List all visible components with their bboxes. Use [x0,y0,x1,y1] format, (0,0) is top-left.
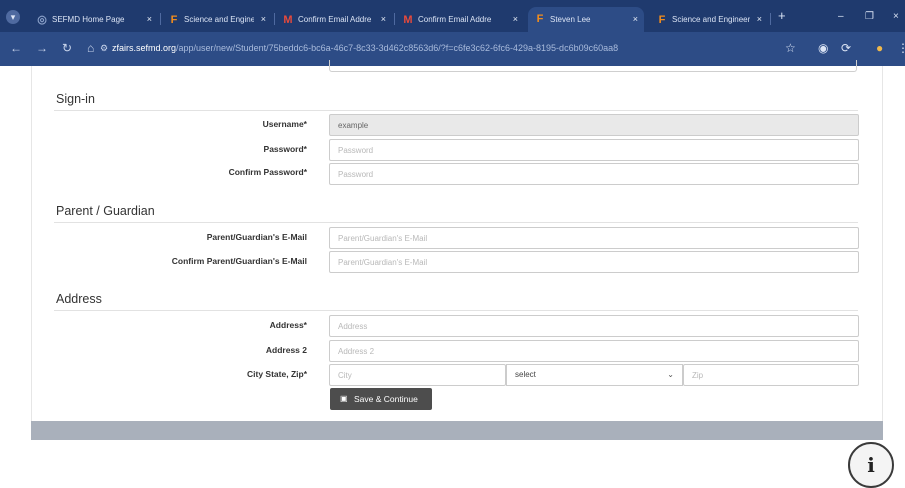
tab-close-icon[interactable]: × [261,14,266,24]
username-label: Username* [262,119,307,129]
tab-steven-lee[interactable]: F Steven Lee × [528,7,644,32]
zip-field[interactable] [683,364,859,386]
guardian-email-label: Parent/Guardian's E-Mail [206,232,307,242]
gmail-icon: M [283,14,293,26]
forward-icon[interactable]: → [36,41,48,55]
save-icon: ▣ [340,394,348,403]
state-select-value: select [515,370,536,379]
tab-close-icon[interactable]: × [381,14,386,24]
state-select[interactable]: select ⌄ [506,364,683,386]
confirm-guardian-email-field[interactable] [329,251,859,273]
password-field[interactable] [329,139,859,161]
tab-title: Steven Lee [550,15,591,24]
tab-science-engineering-1[interactable]: F Science and Engineer × [162,10,272,32]
back-icon[interactable]: ← [10,41,22,55]
tab-close-icon[interactable]: × [633,14,638,24]
home-icon[interactable]: ⌂ [87,41,94,55]
section-heading-signin: Sign-in [56,92,95,106]
tab-science-engineering-2[interactable]: F Science and Engineer × [650,10,768,32]
url-path: /app/user/new/Student/75beddc6-bc6a-46c7… [176,43,619,53]
page-content: Sign-in Username* Password* Confirm Pass… [0,60,905,488]
url-host: zfairs.sefmd.org [112,43,177,53]
previous-input-edge [329,60,857,72]
tab-title: Science and Engineer [184,15,254,24]
globe-icon: ◎ [37,14,47,26]
minimize-button[interactable]: – [838,11,844,22]
tab-sefmd-home[interactable]: ◎ SEFMD Home Page × [30,10,158,32]
browser-menu-icon[interactable]: ⋮ [897,41,905,55]
confirm-password-field[interactable] [329,163,859,185]
new-tab-button[interactable]: + [778,8,786,23]
section-divider [54,222,858,223]
section-heading-guardian: Parent / Guardian [56,204,155,218]
tab-confirm-email-1[interactable]: M Confirm Email Addre × [276,10,392,32]
browser-tab-bar: ▾ ◎ SEFMD Home Page × F Science and Engi… [0,0,905,32]
tab-title: Science and Engineer [672,15,750,24]
confirm-guardian-email-label: Confirm Parent/Guardian's E-Mail [171,256,307,266]
registration-form: Sign-in Username* Password* Confirm Pass… [31,60,883,421]
fair-logo-icon: F [170,14,178,26]
address2-field[interactable] [329,340,859,362]
tab-title: Confirm Email Addre [418,15,492,24]
password-label: Password* [263,144,307,154]
city-state-zip-label: City State, Zip* [247,369,307,379]
tab-confirm-email-2[interactable]: M Confirm Email Addre × [396,10,524,32]
address2-label: Address 2 [265,345,307,355]
fair-logo-icon: F [536,13,544,25]
fair-logo-icon: F [658,14,666,26]
address-field[interactable] [329,315,859,337]
username-field[interactable] [329,114,859,136]
section-divider [54,110,858,111]
city-field[interactable] [329,364,506,386]
profile-avatar-icon[interactable]: ● [876,41,883,55]
tab-title: SEFMD Home Page [52,15,125,24]
section-heading-address: Address [56,292,102,306]
guardian-email-field[interactable] [329,227,859,249]
extension-icon[interactable]: ◉ [818,41,828,55]
save-continue-button[interactable]: ▣ Save & Continue [330,388,432,410]
site-info-icon[interactable]: ⚙ [100,43,108,54]
tab-title: Confirm Email Addre [298,15,372,24]
info-icon[interactable]: i [848,442,894,488]
address-label: Address* [269,320,307,330]
confirm-password-label: Confirm Password* [228,167,307,177]
save-continue-label: Save & Continue [354,394,418,404]
address-bar[interactable]: zfairs.sefmd.org/app/user/new/Student/75… [112,43,618,53]
tab-close-icon[interactable]: × [147,14,152,24]
window-close-button[interactable]: × [893,11,899,22]
page-footer [31,421,883,440]
bookmark-star-icon[interactable]: ☆ [785,41,796,55]
gmail-icon: M [403,14,413,26]
reload-icon[interactable]: ↻ [62,41,72,55]
extensions-puzzle-icon[interactable]: ⟳ [841,41,851,55]
section-divider [54,310,858,311]
restore-button[interactable]: ❐ [865,11,874,22]
tab-close-icon[interactable]: × [757,14,762,24]
tab-close-icon[interactable]: × [513,14,518,24]
tab-search-icon[interactable]: ▾ [6,10,20,24]
chevron-down-icon: ⌄ [667,370,674,379]
